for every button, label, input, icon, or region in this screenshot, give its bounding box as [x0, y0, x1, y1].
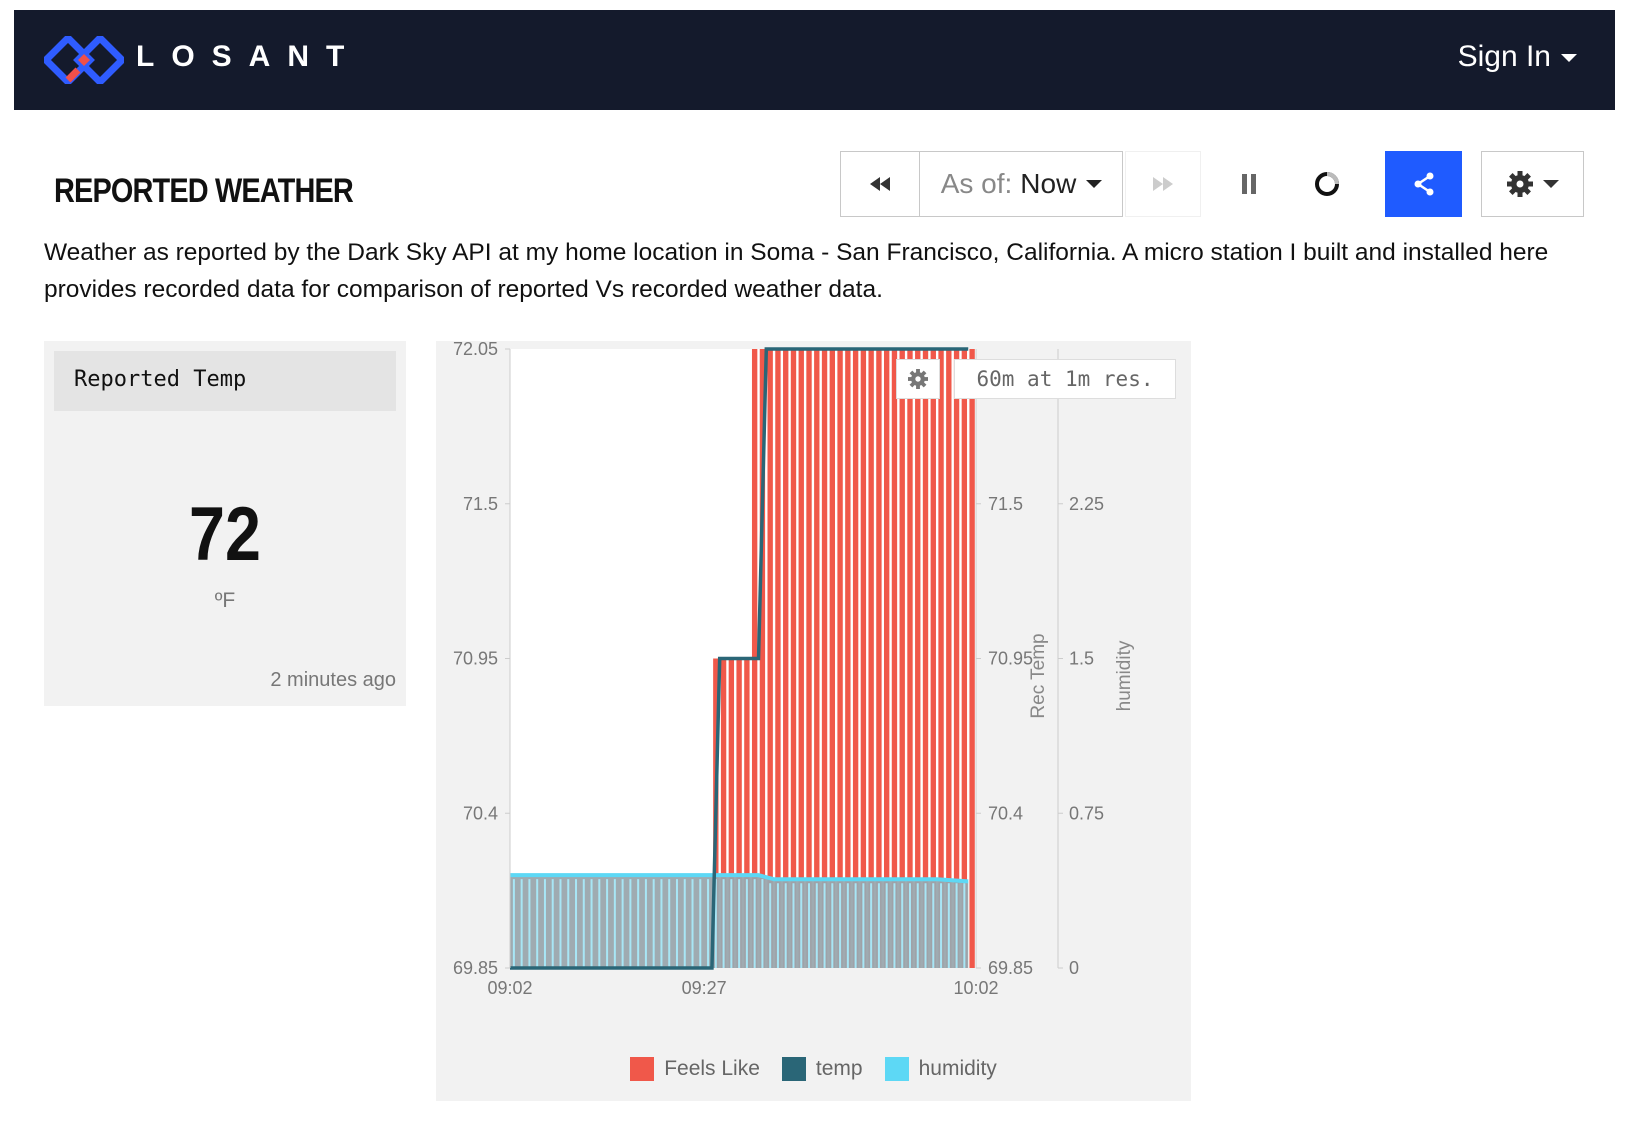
as-of-label: As of:	[940, 168, 1013, 199]
fast-forward-icon	[1153, 177, 1173, 191]
y-right1-tick-label: 70.95	[988, 649, 1033, 669]
feels-like-bar	[845, 349, 851, 968]
losant-logo-icon[interactable]	[44, 36, 124, 84]
dashboard-description: Weather as reported by the Dark Sky API …	[44, 239, 1549, 303]
x-tick-label: 09:27	[682, 978, 727, 998]
feels-like-bar	[961, 349, 968, 968]
feels-like-bar	[930, 349, 936, 968]
gear-icon	[1506, 171, 1533, 197]
feels-like-bar	[798, 349, 804, 968]
time-navigation-group: As of: Now	[840, 151, 1123, 217]
y-left-tick-label: 69.85	[453, 958, 498, 978]
feels-like-bar	[969, 349, 975, 968]
feels-like-bar	[938, 349, 944, 968]
sign-in-menu[interactable]: Sign In	[1458, 40, 1577, 74]
feels-like-bar	[860, 349, 867, 968]
y-left-tick-label: 70.4	[463, 803, 498, 823]
as-of-value: Now	[1020, 168, 1077, 199]
y-right1-title: Rec Temp	[1028, 633, 1049, 718]
legend-item[interactable]: Feels Like	[630, 1057, 760, 1081]
feels-like-bar	[783, 349, 789, 968]
feels-like-bar	[876, 349, 882, 968]
y-left-tick-label: 72.05	[453, 341, 498, 359]
chevron-down-icon	[1086, 180, 1103, 188]
as-of-dropdown[interactable]: As of: Now	[920, 152, 1123, 216]
chart-legend: Feels Like temp humidity	[436, 1057, 1191, 1081]
share-icon	[1414, 172, 1433, 196]
resolution-selector[interactable]: 60m at 1m res.	[954, 359, 1176, 399]
rewind-icon	[870, 177, 890, 191]
legend-swatch	[884, 1057, 909, 1081]
feels-like-bar	[899, 349, 905, 968]
y-right2-tick-label: 2.25	[1069, 494, 1104, 514]
feels-like-bar	[829, 349, 835, 968]
last-updated: 2 minutes ago	[270, 669, 396, 691]
feels-like-bar	[915, 349, 921, 968]
legend-swatch	[781, 1057, 806, 1081]
legend-item[interactable]: temp	[781, 1057, 863, 1081]
y-right1-tick-label: 70.4	[988, 803, 1023, 823]
reported-temp-block: Reported Temp 72 ºF 2 minutes ago	[44, 341, 406, 706]
legend-label: Feels Like	[664, 1057, 760, 1080]
pause-icon	[1242, 174, 1256, 194]
chart-settings-button[interactable]	[896, 359, 940, 399]
indicator-unit: ºF	[214, 589, 236, 612]
time-series-chart: 72.05 71.5 70.95 70.4 69.85 71.5 70.95 70.4 69.8…	[453, 341, 1135, 998]
feels-like-bar	[907, 349, 913, 968]
y-right2-tick-label: 0.75	[1069, 803, 1104, 823]
block-header: Reported Temp	[54, 351, 396, 411]
y-right2-tick-label: 1.5	[1069, 649, 1094, 669]
gear-icon	[908, 369, 928, 389]
chevron-down-icon	[1561, 54, 1577, 63]
feels-like-bar	[922, 349, 929, 968]
feels-like-bar	[852, 349, 859, 968]
y-right2-title: humidity	[1114, 640, 1135, 711]
legend-swatch	[630, 1057, 655, 1081]
legend-label: temp	[815, 1057, 863, 1080]
x-tick-label: 10:02	[953, 978, 998, 998]
legend-label: humidity	[918, 1057, 997, 1080]
share-button[interactable]	[1385, 151, 1462, 217]
x-tick-label: 09:02	[487, 978, 532, 998]
y-right2-tick-label: 0	[1069, 958, 1079, 978]
y-left-tick-label: 70.95	[453, 649, 498, 669]
feels-like-bar	[814, 349, 820, 968]
block-title: Reported Temp	[74, 367, 247, 392]
feels-like-bar	[767, 349, 773, 968]
brand-name[interactable]: LOSANT	[136, 40, 361, 74]
sign-in-label[interactable]: Sign In	[1458, 40, 1551, 73]
feels-like-bar	[821, 349, 828, 968]
page-title: REPORTED WEATHER	[54, 172, 354, 210]
chevron-down-icon	[1542, 180, 1559, 188]
feels-like-bar	[891, 349, 898, 968]
dashboard-settings-button[interactable]	[1481, 151, 1584, 217]
pause-button[interactable]	[1222, 160, 1276, 208]
feels-like-bar	[837, 349, 843, 968]
loading-indicator	[1300, 160, 1354, 208]
top-navbar: LOSANT Sign In	[14, 10, 1615, 110]
y-right1-tick-label: 69.85	[988, 958, 1033, 978]
legend-item[interactable]: humidity	[884, 1057, 997, 1081]
feels-like-bar	[946, 349, 952, 968]
weather-chart-block: 72.05 71.5 70.95 70.4 69.85 71.5 70.95 70.4 69.8…	[436, 341, 1191, 1101]
loading-spinner-icon	[1315, 172, 1339, 196]
feels-like-bar	[953, 349, 960, 968]
rewind-button[interactable]	[841, 152, 920, 216]
feels-like-bar	[775, 349, 781, 968]
feels-like-bar	[884, 349, 890, 968]
y-left-tick-label: 71.5	[463, 494, 498, 514]
feels-like-bar	[806, 349, 812, 968]
feels-like-bar	[790, 349, 797, 968]
fast-forward-button[interactable]	[1125, 151, 1201, 217]
feels-like-bar	[868, 349, 874, 968]
indicator-value: 72	[189, 492, 261, 577]
y-right1-tick-label: 71.5	[988, 494, 1023, 514]
